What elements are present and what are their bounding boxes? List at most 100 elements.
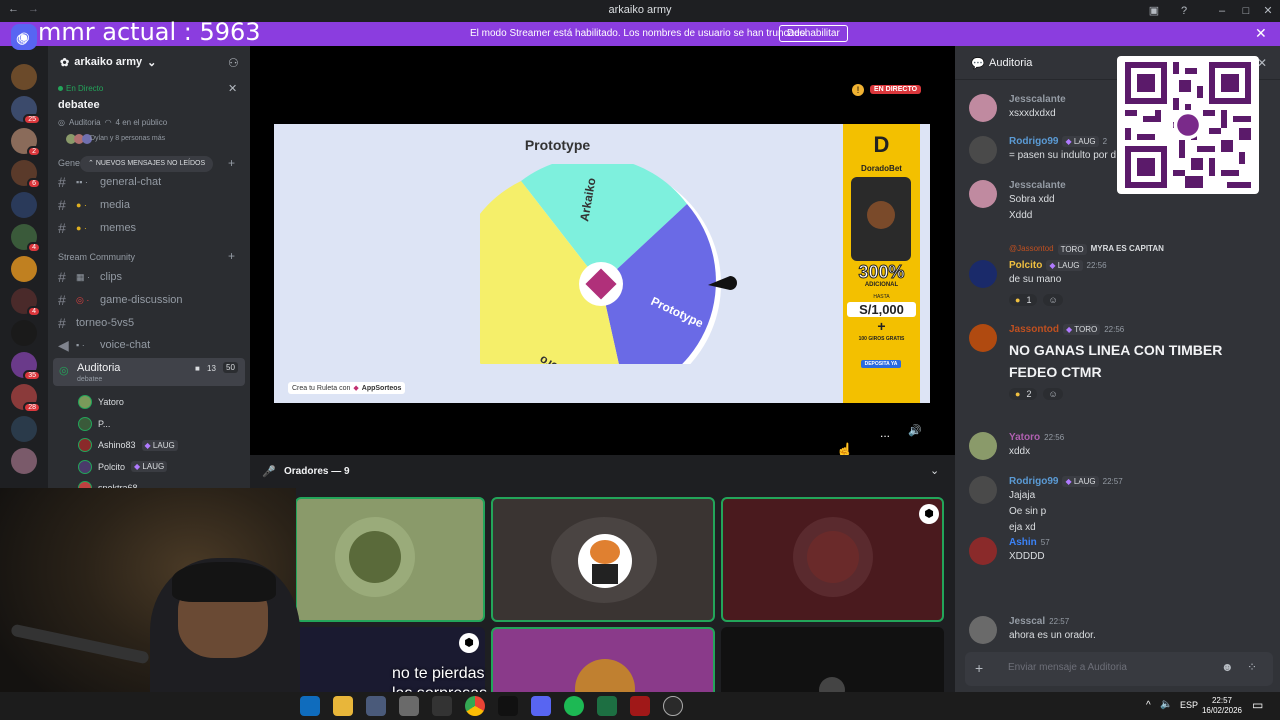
app-icon[interactable] bbox=[663, 696, 683, 716]
excel-icon[interactable] bbox=[597, 696, 617, 716]
app-icon[interactable] bbox=[366, 696, 386, 716]
spotify-icon[interactable] bbox=[564, 696, 584, 716]
add-reaction-icon[interactable]: ☺ bbox=[1043, 388, 1063, 400]
channel-voice-chat[interactable]: ◀ ▪ · voice-chat bbox=[58, 335, 150, 355]
avatar[interactable] bbox=[969, 94, 997, 122]
avatar[interactable] bbox=[969, 180, 997, 208]
stage-member[interactable]: Yatoro bbox=[78, 393, 124, 411]
emoji-icon[interactable]: ☻ bbox=[1221, 660, 1234, 674]
message-author[interactable]: Rodrigo99 bbox=[1009, 476, 1058, 487]
chrome-icon[interactable] bbox=[465, 696, 485, 716]
message-author[interactable]: Polcito bbox=[1009, 260, 1042, 271]
category-general[interactable]: Gene bbox=[58, 158, 80, 168]
apps-icon[interactable]: ⁘ bbox=[1247, 660, 1257, 674]
channel-memes[interactable]: # ● · memes bbox=[58, 218, 136, 238]
server-name-header[interactable]: ✿ arkaiko army ⌄ bbox=[60, 56, 156, 69]
app-icon[interactable] bbox=[399, 696, 419, 716]
language-indicator[interactable]: ESP bbox=[1180, 700, 1198, 710]
stage-channel-auditoria[interactable]: ◎ Auditoria debatee ■ 13 50 bbox=[53, 358, 245, 386]
wheel-credit[interactable]: Crea tu Ruleta con ◆ AppSorteos bbox=[288, 382, 406, 394]
volume-icon[interactable]: 🔊 bbox=[908, 424, 922, 437]
new-messages-pill[interactable]: ⌃ NUEVOS MENSAJES NO LEÍDOS bbox=[80, 156, 214, 172]
discord-taskbar-icon[interactable] bbox=[531, 696, 551, 716]
server-icon[interactable] bbox=[11, 320, 37, 346]
channel-clips[interactable]: # ▦ · clips bbox=[58, 267, 122, 287]
help-icon[interactable]: ? bbox=[1174, 2, 1194, 20]
stage-member[interactable]: P... bbox=[78, 415, 110, 433]
avatar[interactable] bbox=[969, 136, 997, 164]
avatar[interactable] bbox=[969, 324, 997, 352]
close-event-icon[interactable]: ✕ bbox=[228, 82, 237, 95]
notification-icon[interactable]: ▭ bbox=[1252, 698, 1263, 712]
reply-preview[interactable]: @Jassontod TORO MYRA ES CAPITAN bbox=[1009, 244, 1164, 255]
cast-icon[interactable]: ▣ bbox=[1144, 2, 1164, 20]
channel-general-chat[interactable]: # ▪▪ · general-chat bbox=[58, 172, 161, 192]
speaker-tray-icon[interactable]: 🔈 bbox=[1160, 699, 1172, 710]
invite-icon[interactable]: ⚇ bbox=[228, 56, 239, 70]
edge-icon[interactable] bbox=[300, 696, 320, 716]
unread-badge: 4 bbox=[27, 242, 41, 253]
server-icon[interactable] bbox=[11, 64, 37, 90]
unread-badge: 28 bbox=[23, 402, 41, 413]
server-icon[interactable] bbox=[11, 448, 37, 474]
badge-icon: ◆ bbox=[144, 440, 151, 450]
minimize-button[interactable]: – bbox=[1212, 2, 1232, 20]
avatar[interactable] bbox=[969, 260, 997, 288]
reaction-button[interactable]: ● 1 bbox=[1009, 294, 1038, 306]
speaker-tile[interactable]: ⬢ bbox=[721, 497, 944, 622]
avatar bbox=[78, 416, 92, 431]
server-icon[interactable] bbox=[11, 416, 37, 442]
more-options-icon[interactable]: ... bbox=[880, 426, 890, 440]
server-icon[interactable]: 6 bbox=[11, 160, 41, 189]
avatar[interactable] bbox=[969, 537, 997, 565]
server-icon[interactable]: 28 bbox=[11, 384, 41, 413]
channel-game-discussion[interactable]: # ◎ · game-discussion bbox=[58, 290, 183, 310]
channel-torneo[interactable]: # torneo-5vs5 bbox=[58, 313, 134, 333]
message-author[interactable]: Yatoro bbox=[1009, 432, 1040, 443]
input-placeholder: Enviar mensaje a Auditoria bbox=[1008, 662, 1127, 673]
avatar[interactable] bbox=[969, 432, 997, 460]
stage-member[interactable]: Polcito ◆ LAUG bbox=[78, 458, 168, 476]
server-icon[interactable]: 2 bbox=[11, 128, 41, 157]
message-author[interactable]: Jesscal bbox=[1009, 616, 1045, 627]
chevron-down-icon[interactable]: ⌄ bbox=[930, 464, 939, 477]
message-time: 22:56 bbox=[1104, 325, 1125, 334]
close-banner-icon[interactable]: ✕ bbox=[1255, 25, 1267, 42]
reaction-button[interactable]: ● 2 bbox=[1009, 388, 1038, 400]
ad-cta-button[interactable]: DEPOSITA YA bbox=[861, 360, 901, 368]
message-input[interactable]: + Enviar mensaje a Auditoria ☻ ⁘ bbox=[965, 652, 1273, 686]
obs-icon[interactable] bbox=[432, 696, 452, 716]
speaker-tile[interactable] bbox=[491, 497, 715, 622]
add-reaction-icon[interactable]: ☺ bbox=[1043, 294, 1063, 306]
clock[interactable]: 22:57 16/02/2026 bbox=[1200, 696, 1244, 716]
server-icon[interactable]: 4 bbox=[11, 288, 41, 317]
channel-media[interactable]: # ● · media bbox=[58, 195, 130, 215]
add-channel-icon[interactable]: + bbox=[228, 156, 235, 170]
close-window-button[interactable]: ✕ bbox=[1258, 2, 1278, 20]
server-icon[interactable] bbox=[11, 256, 37, 282]
tray-chevron-icon[interactable]: ^ bbox=[1146, 700, 1151, 711]
server-icon[interactable]: 35 bbox=[11, 352, 41, 381]
server-icon[interactable] bbox=[11, 192, 37, 218]
speaker-tile[interactable] bbox=[295, 497, 485, 622]
message-author[interactable]: Ashin bbox=[1009, 537, 1037, 548]
message-author[interactable]: Jesscalante bbox=[1009, 94, 1066, 105]
dota-icon[interactable] bbox=[630, 696, 650, 716]
message-author[interactable]: Jassontod bbox=[1009, 324, 1059, 335]
avatar[interactable] bbox=[969, 476, 997, 504]
file-explorer-icon[interactable] bbox=[333, 696, 353, 716]
category-stream-community[interactable]: Stream Community bbox=[58, 252, 135, 262]
tiktok-icon[interactable] bbox=[498, 696, 518, 716]
event-title[interactable]: debatee bbox=[58, 99, 100, 111]
add-channel-icon[interactable]: + bbox=[228, 249, 235, 263]
add-attachment-icon[interactable]: + bbox=[975, 660, 983, 676]
maximize-button[interactable]: □ bbox=[1236, 2, 1256, 20]
message-author[interactable]: Jesscalante bbox=[1009, 180, 1066, 191]
avatar[interactable] bbox=[969, 616, 997, 644]
server-icon[interactable]: 25 bbox=[11, 96, 41, 125]
dorado-ad-banner[interactable]: D DoradoBet 300% ADICIONAL HASTA S/1,000… bbox=[843, 124, 920, 403]
disable-streamer-button[interactable]: Deshabilitar bbox=[779, 25, 848, 42]
stage-member[interactable]: Ashino83 ◆ LAUG bbox=[78, 436, 178, 454]
message-author[interactable]: Rodrigo99 bbox=[1009, 136, 1058, 147]
server-icon[interactable]: 4 bbox=[11, 224, 41, 253]
